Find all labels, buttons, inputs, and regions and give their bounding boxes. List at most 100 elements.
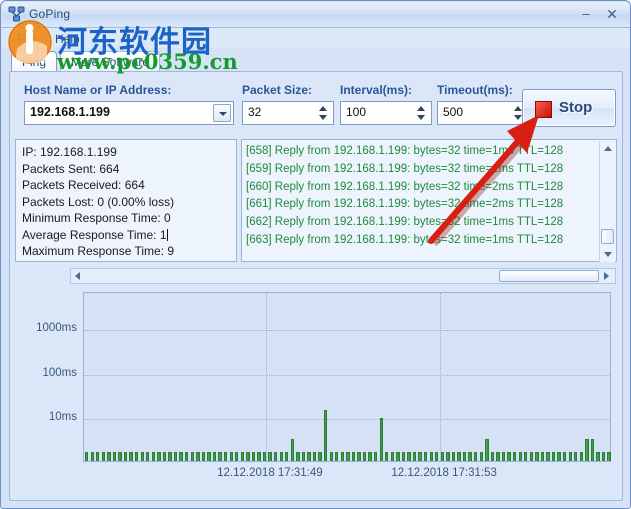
chart-bar (574, 452, 578, 461)
chart-bar (524, 452, 528, 461)
chart-bar (323, 409, 328, 461)
chart-scroll-thumb[interactable] (499, 270, 599, 282)
interval-label: Interval(ms): (340, 83, 413, 97)
chart-bar (329, 452, 333, 461)
chart-bar (123, 452, 128, 461)
packet-size-spin-buttons[interactable] (317, 104, 330, 122)
stat-ip: IP: 192.168.1.199 (22, 145, 117, 159)
chart-bar (596, 452, 600, 461)
packet-size-stepper[interactable]: 32 (242, 101, 334, 125)
spin-up-icon[interactable] (417, 106, 425, 111)
log-scroll-thumb[interactable] (601, 229, 614, 244)
chart-bar (129, 452, 133, 461)
tab-ping[interactable]: Ping (11, 51, 58, 72)
scroll-down-icon[interactable] (601, 248, 614, 261)
chart-bar (318, 452, 322, 461)
stop-button[interactable]: Stop (522, 89, 616, 127)
reply-log-line: [662] Reply from 192.168.1.199: bytes=32… (246, 216, 564, 229)
chart-bar (273, 452, 278, 461)
packet-size-value: 32 (248, 105, 262, 119)
chart-bar (485, 438, 489, 461)
spin-down-icon[interactable] (319, 115, 327, 120)
chart-bar (362, 452, 367, 461)
chart-bar (107, 452, 111, 461)
chart-bar (490, 452, 495, 461)
chart-bar (429, 452, 433, 461)
chart-gridline-horizontal (84, 374, 610, 376)
host-combobox[interactable]: 192.168.1.199 (24, 101, 234, 125)
chart-bar (551, 452, 556, 461)
host-label: Host Name or IP Address: (24, 83, 172, 97)
chart-bar (312, 452, 317, 461)
timeout-value: 500 (443, 105, 464, 119)
spin-down-icon[interactable] (417, 115, 425, 120)
spin-up-icon[interactable] (514, 106, 522, 111)
log-vertical-scrollbar[interactable] (599, 141, 615, 262)
chart-gridline-horizontal (84, 418, 610, 420)
title-bar: GoPing – ✕ (2, 2, 630, 28)
chart-bar (268, 452, 272, 461)
tab-more-software[interactable]: More Software (60, 51, 161, 72)
chart-bar (590, 438, 595, 461)
chart-bar (351, 452, 356, 461)
statistics-panel: IP: 192.168.1.199 Packets Sent: 664 Pack… (15, 139, 237, 262)
chart-bar (135, 452, 139, 461)
chart-y-tick-label: 1000ms (36, 322, 77, 335)
chart-bar (585, 438, 589, 461)
chart-bar (90, 452, 94, 461)
chart-horizontal-scrollbar[interactable] (70, 268, 616, 284)
network-icon (8, 6, 25, 22)
chart-y-tick-label: 10ms (48, 410, 77, 423)
chart-bar (562, 452, 567, 461)
timeout-stepper[interactable]: 500 (437, 101, 529, 125)
stop-button-label: Stop (559, 99, 593, 116)
reply-log-line: [659] Reply from 192.168.1.199: bytes=32… (246, 162, 564, 175)
chart-bar (173, 452, 178, 461)
chart-bar (229, 452, 233, 461)
chart-bar (474, 452, 478, 461)
chart-bar (440, 452, 445, 461)
chart-bar (296, 452, 300, 461)
chart-bar (407, 452, 411, 461)
chart-bar (140, 452, 144, 461)
chevron-down-icon[interactable] (213, 104, 231, 122)
chart-bar (251, 452, 256, 461)
chart-bar (579, 452, 583, 461)
chart-bar (168, 452, 172, 461)
chart-bar (223, 452, 228, 461)
chart-bar (601, 452, 606, 461)
reply-log-panel[interactable]: [658] Reply from 192.168.1.199: bytes=32… (241, 139, 617, 262)
interval-stepper[interactable]: 100 (340, 101, 432, 125)
scroll-up-icon[interactable] (601, 142, 614, 155)
chart-bar (157, 452, 161, 461)
stat-avg-response: Average Response Time: 1 (22, 227, 174, 244)
scroll-right-icon[interactable] (601, 270, 613, 282)
chart-x-tick-label: 12.12.2018 17:31:53 (391, 467, 497, 479)
chart-bar (118, 452, 122, 461)
chart-bar (568, 452, 572, 461)
scroll-left-icon[interactable] (73, 270, 85, 282)
chart-x-tick-label: 12.12.2018 17:31:49 (217, 467, 323, 479)
menu-item-file[interactable]: File (10, 31, 43, 47)
spin-down-icon[interactable] (514, 115, 522, 120)
chart-bar (190, 452, 194, 461)
chart-bar (507, 452, 511, 461)
chart-bar (240, 452, 244, 461)
chart-bar (446, 452, 450, 461)
close-button[interactable]: ✕ (601, 5, 623, 23)
chart-bar (451, 452, 456, 461)
chart-bar (285, 452, 289, 461)
spin-up-icon[interactable] (319, 106, 327, 111)
chart-bar (179, 452, 183, 461)
chart-bar (512, 452, 517, 461)
chart-bar (412, 452, 417, 461)
minimize-button[interactable]: – (575, 5, 597, 23)
menu-item-help[interactable]: Help (48, 31, 87, 47)
window-title: GoPing (29, 7, 71, 21)
chart-bar (212, 452, 217, 461)
timeout-label: Timeout(ms): (437, 83, 513, 97)
stat-min-response: Minimum Response Time: 0 (22, 211, 171, 225)
interval-spin-buttons[interactable] (415, 104, 428, 122)
chart-bar (257, 452, 261, 461)
reply-log-list: [658] Reply from 192.168.1.199: bytes=32… (246, 143, 598, 250)
